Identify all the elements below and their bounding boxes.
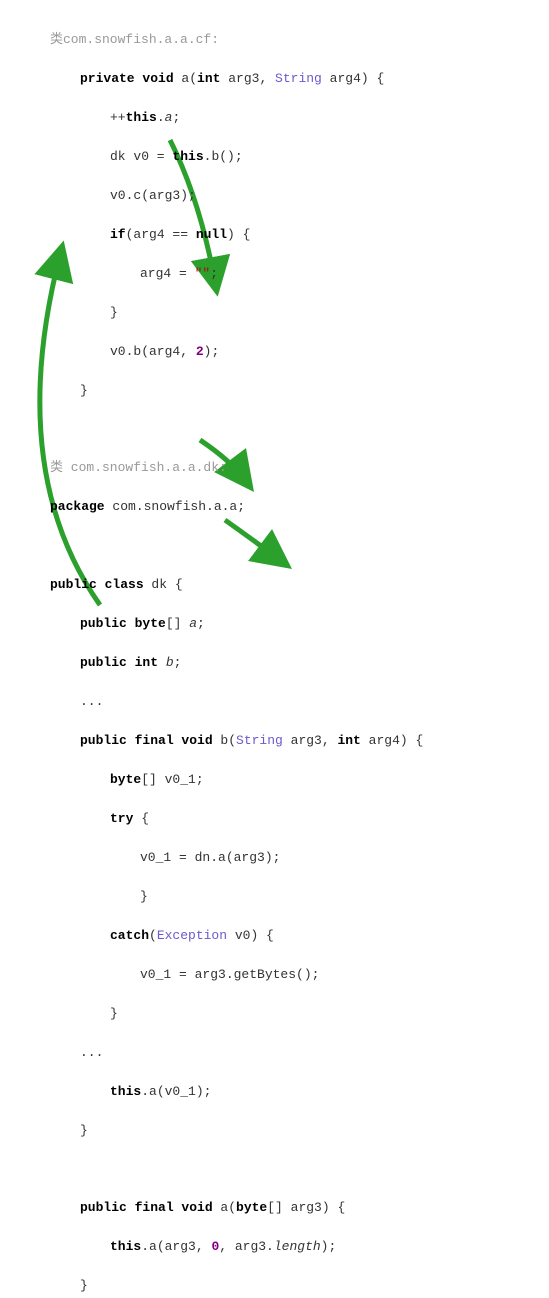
brace-close-method-a-bytes: } <box>80 1276 549 1296</box>
method-cf-a-signature: private void a(int arg3, String arg4) { <box>80 69 549 89</box>
try-open: try { <box>110 809 549 829</box>
brace-close-if: } <box>110 303 549 323</box>
method-b-signature: public final void b(String arg3, int arg… <box>80 731 549 751</box>
class-header-dk: 类 com.snowfish.a.a.dk: <box>50 458 549 478</box>
field-b: public int b; <box>80 653 549 673</box>
brace-close-catch: } <box>110 1004 549 1024</box>
stmt-getbytes: v0_1 = arg3.getBytes(); <box>140 965 549 985</box>
brace-close-method-b: } <box>80 1121 549 1141</box>
package-decl: package com.snowfish.a.a; <box>50 497 549 517</box>
brace-close-try: } <box>140 887 549 907</box>
stmt-if: if(arg4 == null) { <box>110 225 549 245</box>
stmt-v0-b: v0.b(arg4, 2); <box>110 342 549 362</box>
class-decl-dk: public class dk { <box>50 575 549 595</box>
stmt-this-a-v01: this.a(v0_1); <box>110 1082 549 1102</box>
stmt-this-a-3args: this.a(arg3, 0, arg3.length); <box>110 1237 549 1257</box>
field-a: public byte[] a; <box>80 614 549 634</box>
stmt-v0-c: v0.c(arg3); <box>110 186 549 206</box>
stmt-increment: ++this.a; <box>110 108 549 128</box>
stmt-dn-a: v0_1 = dn.a(arg3); <box>140 848 549 868</box>
code-listing: 类com.snowfish.a.a.cf: private void a(int… <box>10 10 549 1298</box>
ellipsis-2: ... <box>80 1043 549 1063</box>
decl-v01: byte[] v0_1; <box>110 770 549 790</box>
brace-close-method-a: } <box>80 381 549 401</box>
catch-open: catch(Exception v0) { <box>110 926 549 946</box>
class-header-cf: 类com.snowfish.a.a.cf: <box>50 30 549 50</box>
ellipsis-1: ... <box>80 692 549 712</box>
method-a-bytes-signature: public final void a(byte[] arg3) { <box>80 1198 549 1218</box>
stmt-arg4-empty: arg4 = ""; <box>140 264 549 284</box>
stmt-v0-assign: dk v0 = this.b(); <box>110 147 549 167</box>
